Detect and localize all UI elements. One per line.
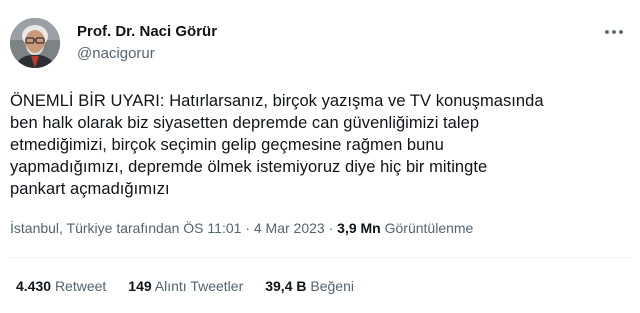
meta-separator: · bbox=[245, 220, 250, 236]
tweet-date[interactable]: 4 Mar 2023 bbox=[254, 220, 325, 236]
retweets-stat[interactable]: 4.430 Retweet bbox=[16, 277, 106, 295]
quote-tweets-stat[interactable]: 149 Alıntı Tweetler bbox=[128, 277, 243, 295]
likes-count: 39,4 B bbox=[265, 278, 307, 294]
author-display-name[interactable]: Prof. Dr. Naci Görür bbox=[77, 22, 217, 41]
author-block: Prof. Dr. Naci Görür @nacigorur bbox=[77, 22, 217, 64]
tweet-text: ÖNEMLİ BİR UYARI: Hatırlarsanız, birçok … bbox=[10, 92, 544, 198]
likes-stat[interactable]: 39,4 B Beğeni bbox=[265, 277, 354, 295]
tweet-stats: 4.430 Retweet 149 Alıntı Tweetler 39,4 B… bbox=[16, 277, 354, 295]
retweets-count: 4.430 bbox=[16, 278, 52, 294]
quotes-count: 149 bbox=[128, 278, 152, 294]
more-options-button[interactable] bbox=[602, 22, 626, 42]
tweet-time[interactable]: ÖS 11:01 bbox=[183, 220, 241, 236]
more-horizontal-icon bbox=[605, 30, 623, 34]
divider bbox=[10, 257, 630, 258]
tweet-card: Prof. Dr. Naci Görür @nacigorur ÖNEMLİ B… bbox=[0, 0, 640, 313]
profile-photo-icon bbox=[10, 18, 60, 68]
author-handle[interactable]: @nacigorur bbox=[77, 44, 217, 64]
views-label: Görüntülenme bbox=[384, 220, 474, 236]
retweets-label: Retweet bbox=[54, 278, 107, 294]
avatar[interactable] bbox=[10, 18, 60, 68]
likes-label: Beğeni bbox=[310, 278, 354, 294]
tweet-meta: İstanbul, Türkiye tarafından ÖS 11:01 · … bbox=[10, 219, 473, 237]
views-count: 3,9 Mn bbox=[337, 220, 381, 236]
quotes-label: Alıntı Tweetler bbox=[154, 278, 244, 294]
tweet-source: İstanbul, Türkiye tarafından bbox=[10, 220, 180, 236]
meta-separator: · bbox=[328, 220, 334, 236]
